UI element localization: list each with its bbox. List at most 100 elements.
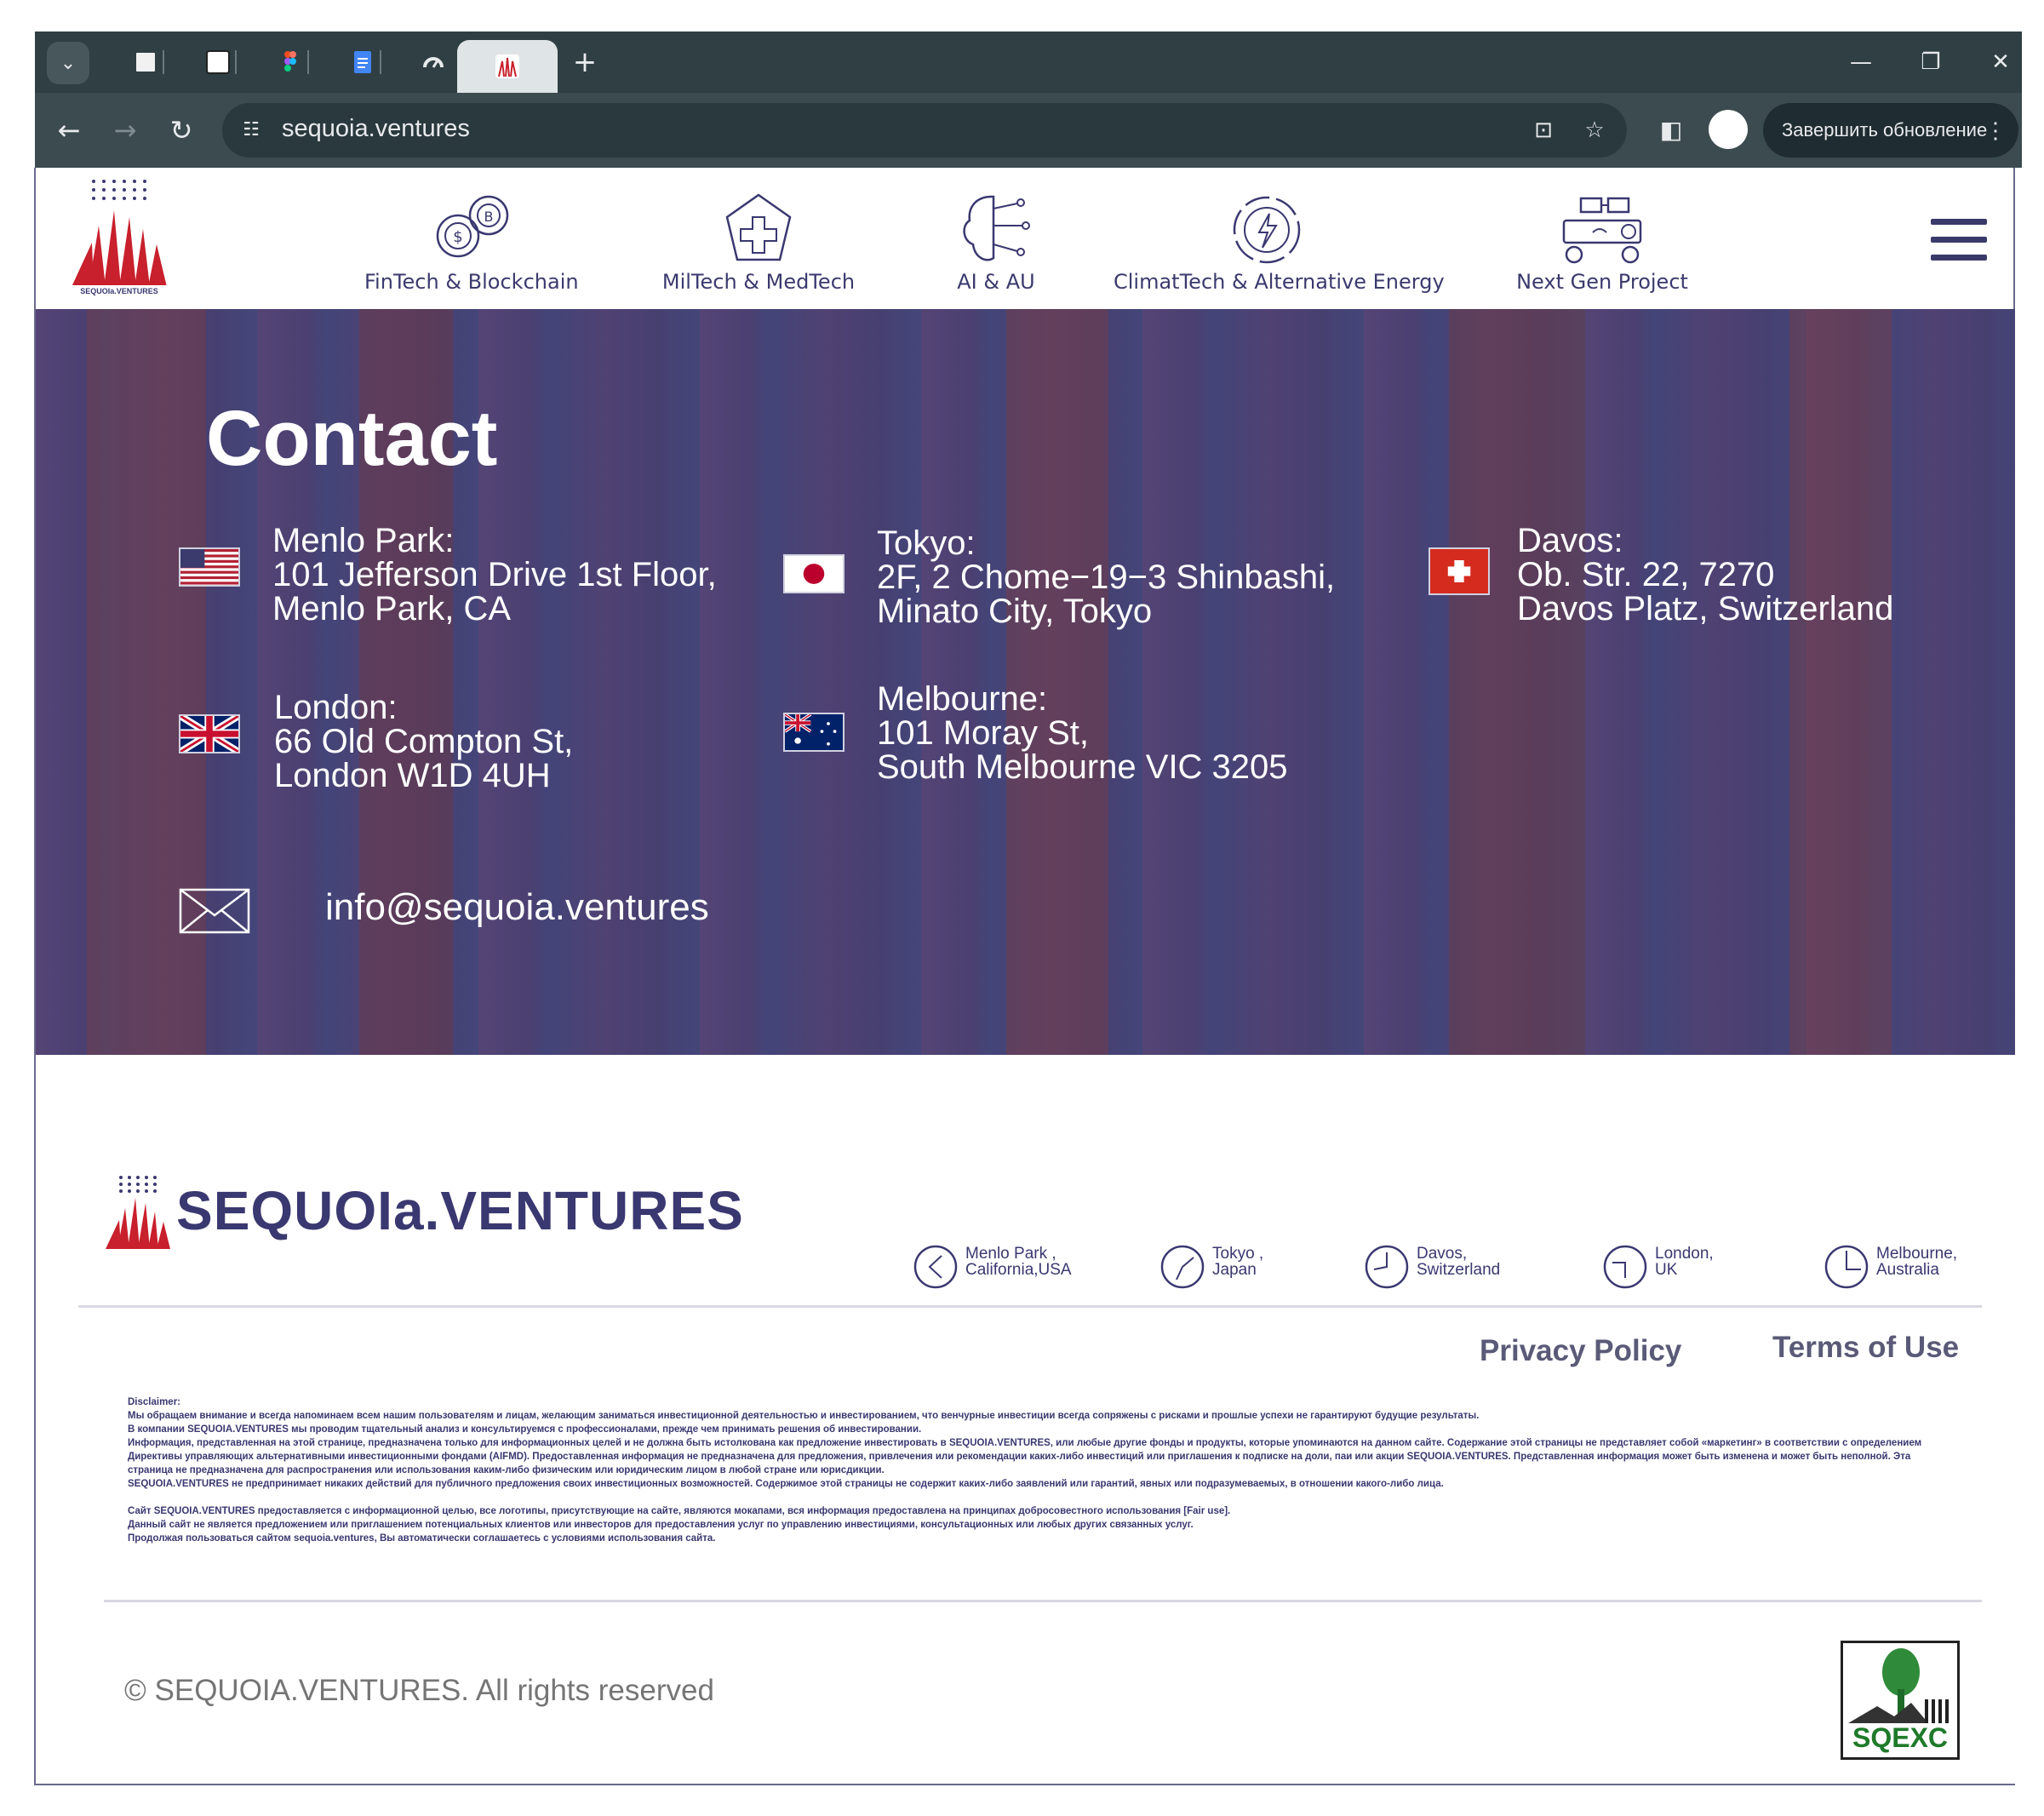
- robot-machine-icon: [1562, 197, 1642, 264]
- restore-button[interactable]: ❐: [1909, 45, 1952, 79]
- office-address-line: Minato City, Tokyo: [877, 593, 1153, 630]
- footer-brand: SEQUOIa.VENTURES: [176, 1180, 744, 1241]
- close-window-button[interactable]: ✕: [1979, 45, 2022, 79]
- disclaimer-paragraph: Мы обращаем внимание и всегда напоминаем…: [128, 1411, 1480, 1421]
- clock-label: Davos, Switzerland: [1417, 1245, 1501, 1279]
- grid-app-icon: [134, 50, 157, 74]
- disclaimer-paragraph: Продолжая пользоваться сайтом sequoia.ve…: [128, 1533, 716, 1544]
- clock-icon: [1603, 1245, 1647, 1289]
- terms-of-use-link[interactable]: Terms of Use: [1772, 1331, 1959, 1365]
- nav-ai[interactable]: AI & AU: [936, 192, 1056, 302]
- office-address-line: Menlo Park, CA: [272, 590, 512, 627]
- office-city: Melbourne:: [877, 680, 1048, 718]
- svg-text:SEQUOIa.VENTURES: SEQUOIa.VENTURES: [80, 287, 158, 295]
- docs-icon: [354, 51, 371, 73]
- office-address-line: Ob. Str. 22, 7270: [1517, 556, 1775, 593]
- nav-label: MilTech & MedTech: [661, 270, 856, 294]
- contact-hero: Contact Menlo Park: 101 Jefferson Drive …: [36, 309, 2015, 1055]
- clock-icon: [1365, 1245, 1409, 1289]
- profile-avatar[interactable]: [1709, 110, 1748, 149]
- tab-search-button[interactable]: ⌄: [47, 42, 89, 84]
- uk-flag-icon: [179, 714, 240, 753]
- disclaimer-paragraph: Сайт SEQUOIA.VENTURES предоставляется с …: [128, 1506, 1231, 1516]
- clock-icon: [1824, 1245, 1869, 1289]
- nav-label: ClimatTech & Alternative Energy: [1114, 270, 1445, 294]
- tab-figma[interactable]: [273, 45, 307, 79]
- sqexc-badge[interactable]: SQEXC: [1841, 1641, 1960, 1760]
- update-label: Завершить обновление: [1782, 119, 1988, 140]
- office-melbourne: Melbourne: 101 Moray St, South Melbourne…: [877, 682, 1288, 784]
- tab-strip: ⌄ + — ❐ ✕: [35, 32, 2022, 93]
- envelope-icon: [179, 888, 250, 934]
- minimize-button[interactable]: —: [1840, 45, 1882, 79]
- page: SEQUOIa.VENTURES $ B FinTech & Blockchai…: [34, 168, 2015, 1785]
- bookmark-star-icon[interactable]: ☆: [1577, 115, 1612, 146]
- nav-nextgen[interactable]: Next Gen Project: [1509, 192, 1696, 302]
- us-flag-icon: [179, 547, 240, 587]
- office-address-line: 2F, 2 Chome−19−3 Shinbashi,: [877, 559, 1336, 596]
- forward-button[interactable]: →: [105, 110, 146, 151]
- office-tokyo: Tokyo: 2F, 2 Chome−19−3 Shinbashi, Minat…: [877, 526, 1335, 628]
- page-title: Contact: [206, 395, 498, 482]
- figma-icon: [284, 51, 296, 72]
- nav-miltech[interactable]: MilTech & MedTech: [652, 192, 865, 302]
- sequoia-logo[interactable]: SEQUOIa.VENTURES: [68, 176, 170, 295]
- australia-flag-icon: [783, 713, 845, 752]
- address-bar[interactable]: ☷ sequoia.ventures ⊡ ☆: [222, 103, 1627, 158]
- svg-text:B: B: [484, 209, 494, 225]
- tab-5[interactable]: [416, 45, 450, 79]
- nav-climattech[interactable]: ClimatTech & Alternative Energy: [1114, 192, 1445, 302]
- japan-flag-icon: [783, 554, 845, 593]
- clock-label: Menlo Park , California,USA: [965, 1245, 1072, 1279]
- swiss-flag-icon: [1429, 547, 1490, 595]
- office-address-line: 101 Moray St,: [877, 714, 1090, 752]
- clock-icon: [913, 1245, 958, 1289]
- office-london: London: 66 Old Compton St, London W1D 4U…: [274, 690, 573, 793]
- disclaimer-heading: Disclaimer:: [128, 1397, 181, 1407]
- disclaimer-text: Disclaimer: Мы обращаем внимание и всегд…: [128, 1395, 1941, 1545]
- office-address-line: London W1D 4UH: [274, 757, 551, 794]
- footer-divider: [104, 1600, 1982, 1602]
- footer-divider: [78, 1305, 1982, 1308]
- url-text[interactable]: sequoia.ventures: [282, 115, 470, 143]
- site-settings-icon[interactable]: ☷: [236, 115, 266, 146]
- back-button[interactable]: ←: [49, 110, 89, 151]
- hamburger-menu-icon[interactable]: [1931, 219, 1987, 261]
- tab-docs[interactable]: [346, 45, 380, 79]
- office-address-line: 66 Old Compton St,: [274, 723, 574, 760]
- new-tab-button[interactable]: +: [566, 43, 604, 81]
- tab-2[interactable]: [201, 45, 235, 79]
- nav-label: Next Gen Project: [1516, 270, 1688, 294]
- badge-text: SQEXC: [1852, 1722, 1949, 1753]
- side-panel-icon[interactable]: ◧: [1652, 112, 1690, 149]
- nav-label: FinTech & Blockchain: [364, 270, 579, 294]
- contact-email-link[interactable]: info@sequoia.ventures: [325, 886, 709, 929]
- copyright-text: © SEQUOIA.VENTURES. All rights reserved: [124, 1674, 714, 1707]
- office-address-line: Davos Platz, Switzerland: [1517, 590, 1894, 627]
- tree-favicon-icon: [206, 50, 230, 74]
- footer-logo-mark[interactable]: [104, 1174, 172, 1251]
- privacy-policy-link[interactable]: Privacy Policy: [1480, 1334, 1681, 1368]
- disclaimer-paragraph: В компании SEQUOIA.VENTURES мы проводим …: [128, 1424, 922, 1435]
- tab-1[interactable]: [129, 45, 163, 79]
- office-davos: Davos: Ob. Str. 22, 7270 Davos Platz, Sw…: [1517, 524, 1893, 626]
- menu-dots-icon[interactable]: ⋮: [1984, 103, 2007, 158]
- office-city: London:: [274, 689, 398, 726]
- reload-button[interactable]: ↻: [161, 110, 202, 151]
- disclaimer-paragraph: Данный сайт не является предложением или…: [128, 1520, 1194, 1530]
- office-city: Tokyo:: [877, 524, 976, 562]
- translate-icon[interactable]: ⊡: [1526, 115, 1560, 146]
- update-button[interactable]: Завершить обновление ⋮: [1763, 103, 2018, 158]
- tab-active[interactable]: [457, 40, 558, 93]
- ai-brain-icon: [963, 195, 1030, 261]
- tree-mountain-icon: [1848, 1648, 1949, 1723]
- site-footer: SEQUOIa.VENTURES Menlo Park , California,…: [36, 1055, 2015, 1784]
- gauge-icon: [423, 57, 444, 68]
- gears-crypto-icon: $ B: [436, 195, 509, 258]
- office-menlo-park: Menlo Park: 101 Jefferson Drive 1st Floo…: [272, 524, 717, 626]
- office-city: Menlo Park:: [272, 522, 455, 559]
- disclaimer-paragraph: Информация, представленная на этой стран…: [128, 1438, 1922, 1475]
- clock-label: London, UK: [1655, 1245, 1714, 1279]
- nav-fintech[interactable]: $ B FinTech & Blockchain: [364, 192, 579, 302]
- browser-toolbar: ← → ↻ ☷ sequoia.ventures ⊡ ☆ ◧ Завершить…: [35, 93, 2022, 168]
